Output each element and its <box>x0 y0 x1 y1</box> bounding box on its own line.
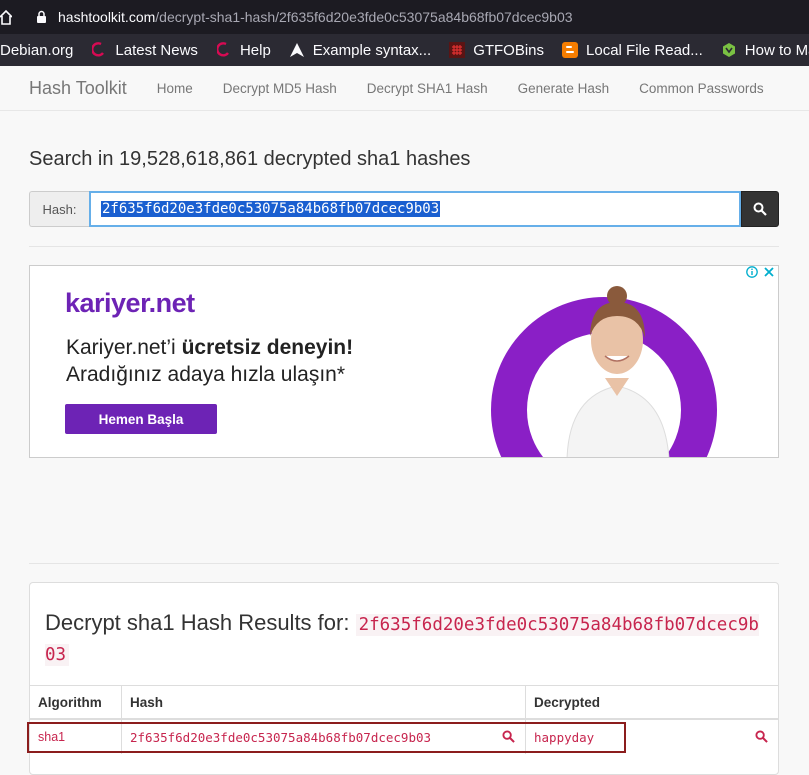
search-button[interactable] <box>741 191 779 227</box>
arch-icon <box>289 42 305 58</box>
column-header-algorithm: Algorithm <box>30 686 122 718</box>
browser-url-bar[interactable]: hashtoolkit.com/decrypt-sha1-hash/2f635f… <box>0 0 809 34</box>
nav-decrypt-sha1[interactable]: Decrypt SHA1 Hash <box>367 81 488 96</box>
search-decrypted-icon[interactable] <box>755 730 768 743</box>
ad-subline: Aradığınız adaya hızla ulaşın* <box>66 363 346 386</box>
ad-headline: Kariyer.net’i ücretsiz deneyin! <box>66 336 353 360</box>
results-title-text: Decrypt sha1 Hash Results for: <box>45 610 356 635</box>
url-domain: hashtoolkit.com <box>58 9 156 25</box>
ad-logo: kariyer.net <box>65 288 195 318</box>
url-path: /decrypt-sha1-hash/2f635f6d20e3fde0c5307… <box>155 9 573 25</box>
search-hash-icon[interactable] <box>502 730 515 743</box>
bookmark-example-syntax[interactable]: Example syntax... <box>289 42 431 59</box>
divider <box>29 246 779 247</box>
hash-field-label: Hash: <box>29 191 89 227</box>
cell-hash: 2f635f6d20e3fde0c53075a84b68fb07dcec9b03 <box>122 720 526 754</box>
cell-decrypted: happyday <box>526 720 778 754</box>
cell-hash-text: 2f635f6d20e3fde0c53075a84b68fb07dcec9b03 <box>130 729 432 745</box>
ad-headline-text: Kariyer.net’i <box>66 336 182 359</box>
nav-decrypt-md5[interactable]: Decrypt MD5 Hash <box>223 81 337 96</box>
nav-common-passwords[interactable]: Common Passwords <box>639 81 764 96</box>
close-icon[interactable] <box>764 267 774 277</box>
results-title: Decrypt sha1 Hash Results for: 2f635f6d2… <box>45 609 765 669</box>
bookmark-label: Example syntax... <box>312 41 432 59</box>
hash-input-value: 2f635f6d20e3fde0c53075a84b68fb07dcec9b03 <box>101 201 441 217</box>
hash-input[interactable]: 2f635f6d20e3fde0c53075a84b68fb07dcec9b03 <box>89 191 741 227</box>
bookmark-label: How to Man <box>744 41 809 59</box>
site-brand[interactable]: Hash Toolkit <box>29 78 127 99</box>
site-navbar: Hash Toolkit Home Decrypt MD5 Hash Decry… <box>0 66 809 111</box>
advertisement-banner[interactable]: kariyer.net Kariyer.net’i ücretsiz deney… <box>29 265 779 458</box>
blogger-icon <box>562 42 579 58</box>
column-header-decrypted: Decrypted <box>534 694 601 710</box>
bookmark-debian[interactable]: Debian.org <box>0 42 73 59</box>
search-icon <box>753 202 767 216</box>
hexagon-icon <box>721 42 737 58</box>
bookmark-label: Local File Read... <box>586 41 703 59</box>
ad-cta-button[interactable]: Hemen Başla <box>65 404 217 434</box>
table-header: Algorithm Hash Decrypted <box>30 685 778 720</box>
cell-decrypted-text: happyday <box>534 729 595 745</box>
column-header-hash: Hash <box>122 686 526 718</box>
nav-generate-hash[interactable]: Generate Hash <box>518 81 610 96</box>
bookmark-label: GTFOBins <box>473 41 545 59</box>
bookmarks-bar: Debian.org Latest News Help Example synt… <box>0 34 809 66</box>
search-title: Search in 19,528,618,861 decrypted sha1 … <box>29 148 471 170</box>
debian-swirl-icon <box>91 42 107 58</box>
cell-algorithm: sha1 <box>30 720 122 754</box>
bookmark-label: Help <box>239 41 271 59</box>
bookmark-help[interactable]: Help <box>216 42 271 59</box>
home-icon[interactable] <box>0 0 22 34</box>
bookmark-label: Latest News <box>115 41 198 59</box>
gtfobins-icon <box>449 42 466 58</box>
ad-person-image <box>566 286 670 457</box>
table-row: sha1 2f635f6d20e3fde0c53075a84b68fb07dce… <box>30 720 778 754</box>
bookmark-latest-news[interactable]: Latest News <box>91 42 198 59</box>
nav-home[interactable]: Home <box>157 81 193 96</box>
results-panel: Decrypt sha1 Hash Results for: 2f635f6d2… <box>29 582 779 775</box>
ad-headline-bold: ücretsiz deneyin! <box>181 336 354 359</box>
search-form: Hash: 2f635f6d20e3fde0c53075a84b68fb07dc… <box>29 191 779 227</box>
debian-swirl-icon <box>216 42 232 58</box>
bookmark-label: Debian.org <box>0 41 74 59</box>
divider <box>29 563 779 564</box>
results-table: Algorithm Hash Decrypted sha1 2f635f6d20… <box>30 685 778 754</box>
lock-icon <box>36 9 50 25</box>
info-icon[interactable] <box>746 266 758 278</box>
bookmark-how-to-man[interactable]: How to Man <box>721 42 809 59</box>
bookmark-local-file-read[interactable]: Local File Read... <box>562 42 703 59</box>
ad-choices[interactable] <box>746 266 774 278</box>
bookmark-gtfobins[interactable]: GTFOBins <box>449 42 544 59</box>
